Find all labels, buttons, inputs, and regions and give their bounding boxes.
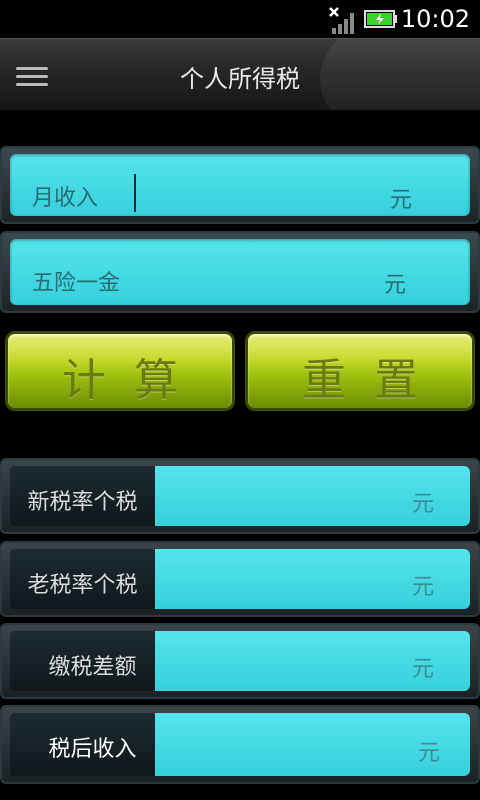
old-tax-value: 元	[155, 549, 470, 609]
result-label: 税后收入	[48, 737, 137, 762]
result-unit: 元	[411, 575, 434, 600]
difference-value: 元	[155, 631, 470, 691]
result-unit: 元	[411, 657, 434, 682]
insurance-unit: 元	[383, 273, 406, 298]
signal-icon	[329, 7, 354, 34]
result-row-old-tax: 老税率个税 元	[0, 541, 480, 617]
after-tax-value: 元	[155, 713, 470, 776]
result-unit: 元	[417, 741, 440, 766]
result-row-after-tax: 税后收入 元	[0, 705, 480, 784]
title-bar: 个人所得税	[0, 38, 480, 111]
status-time: 10:02	[400, 5, 470, 33]
income-unit: 元	[389, 188, 412, 213]
insurance-input[interactable]: 五险一金 元	[10, 239, 470, 305]
result-row-difference: 缴税差额 元	[0, 623, 480, 699]
income-frame: 月收入 元	[0, 146, 480, 224]
income-input[interactable]: 月收入 元	[10, 154, 470, 216]
battery-charging-icon	[364, 10, 397, 28]
insurance-label: 五险一金	[32, 271, 121, 296]
income-label: 月收入	[32, 186, 99, 211]
result-label: 缴税差额	[48, 655, 137, 680]
new-tax-value: 元	[155, 466, 470, 526]
reset-button[interactable]: 重置	[245, 331, 475, 411]
result-label: 老税率个税	[27, 573, 138, 598]
result-row-new-tax: 新税率个税 元	[0, 458, 480, 534]
text-cursor	[134, 174, 136, 212]
insurance-frame: 五险一金 元	[0, 231, 480, 313]
result-label: 新税率个税	[27, 490, 138, 515]
status-bar: 10:02	[0, 0, 480, 38]
result-unit: 元	[411, 492, 434, 517]
page-title: 个人所得税	[180, 65, 300, 93]
calculate-button[interactable]: 计算	[5, 331, 235, 411]
